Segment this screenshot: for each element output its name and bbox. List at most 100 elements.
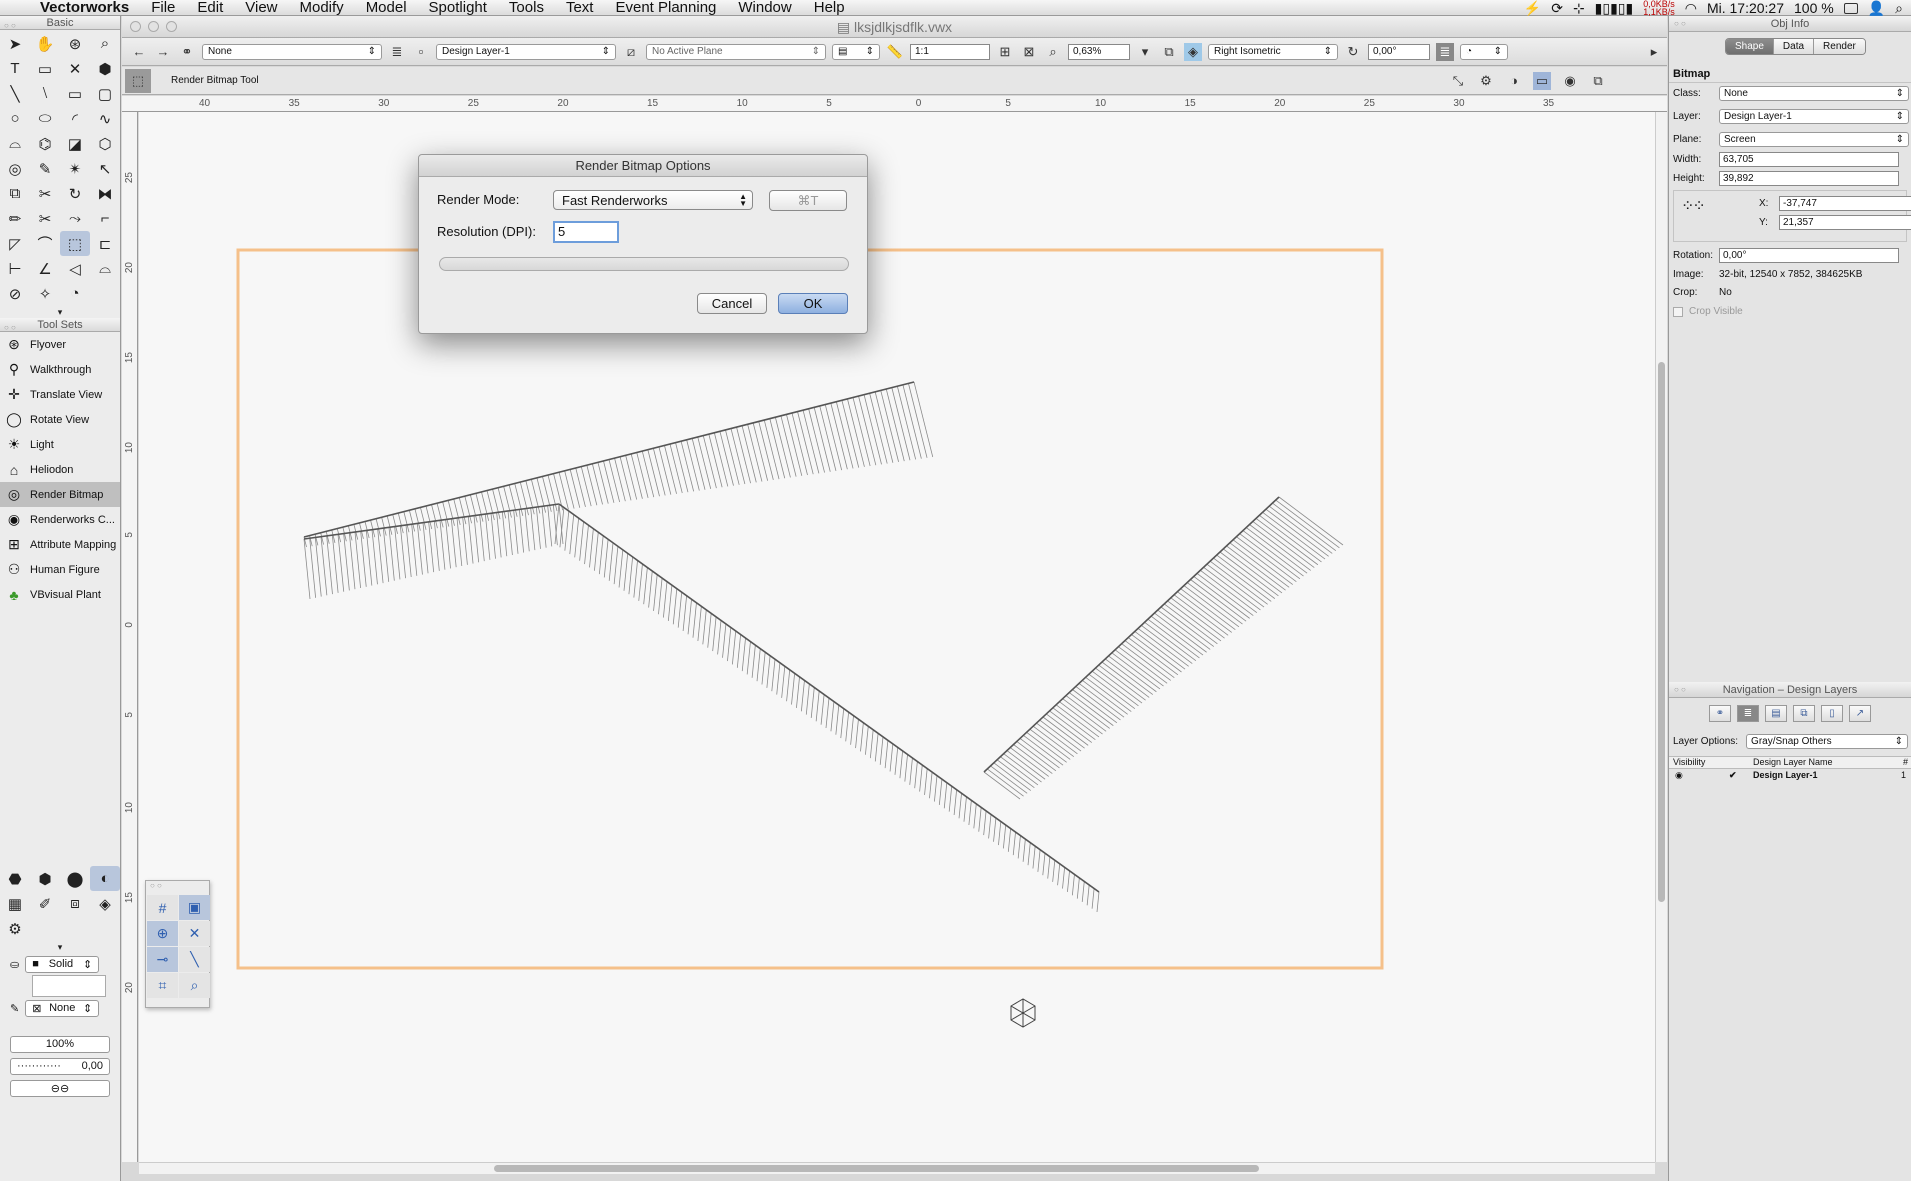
compass-tool-icon[interactable]: ⊘ (0, 281, 30, 306)
zoom-objects-icon[interactable]: ⊠ (1020, 43, 1038, 61)
rotation-field[interactable]: 0,00° (1719, 248, 1899, 263)
3d-modeling-icon[interactable]: ◈ (90, 891, 120, 916)
forward-arrow-icon[interactable]: → (154, 43, 172, 61)
arc-tool-icon[interactable]: ◜ (60, 106, 90, 131)
zoom-icon[interactable]: ⌕ (1044, 43, 1062, 61)
layer-scale-field[interactable]: 1:1 (910, 43, 990, 60)
layer-mode-icon[interactable]: ≣ (1436, 42, 1454, 61)
obj-info-window-controls[interactable]: ○ ○ (1674, 16, 1686, 32)
menu-edit[interactable]: Edit (197, 0, 223, 16)
wifi-icon[interactable]: ◠ (1685, 0, 1697, 17)
markers-popup[interactable]: ⊖⊖ (10, 1079, 110, 1097)
offset-tool-icon[interactable]: ⧉ (0, 181, 30, 206)
building-shell-icon[interactable]: ⬣ (0, 866, 30, 891)
menu-file[interactable]: File (151, 0, 175, 16)
regular-polygon-tool-icon[interactable]: ◪ (60, 131, 90, 156)
dims-notes-icon[interactable]: ✐ (30, 891, 60, 916)
render-bitmap-tool-icon[interactable]: ⬚ (60, 231, 90, 256)
snap-grid-icon[interactable]: # (147, 895, 178, 920)
plane-popup[interactable]: Screen ⇕ (1719, 132, 1909, 147)
export-icon[interactable]: ⧉ (1589, 72, 1607, 90)
bolt-icon[interactable]: ⚡ (1524, 0, 1541, 17)
pan-tool-icon[interactable]: ✋ (30, 31, 60, 56)
double-line-tool-icon[interactable]: ⧵ (30, 81, 60, 106)
active-class-popup[interactable]: None ⇕ (202, 43, 382, 60)
line-weight-popup[interactable]: ············ 0,00 (10, 1057, 110, 1075)
menu-help[interactable]: Help (814, 0, 845, 16)
text-tool-icon[interactable]: T (0, 56, 30, 81)
machine-design-icon[interactable]: ▦ (0, 891, 30, 916)
menu-window[interactable]: Window (738, 0, 791, 16)
toolset-rotate-view[interactable]: ◯ Rotate View (0, 407, 120, 432)
snap-tangent-icon[interactable]: ╲ (179, 947, 210, 972)
rectangle-tool-icon[interactable]: ▭ (60, 81, 90, 106)
vertical-scrollbar[interactable] (1655, 112, 1667, 1162)
projection-popup[interactable]: ◔ ⇕ (1460, 43, 1508, 60)
window-minimize-button[interactable] (148, 21, 159, 32)
pencil-tool-icon[interactable]: ✏ (0, 206, 30, 231)
crop-visible-checkbox[interactable] (1673, 306, 1683, 317)
x-field[interactable]: -37,747 (1779, 196, 1911, 211)
selection-tool-icon[interactable]: ➤ (0, 31, 30, 56)
snap-intersection-icon[interactable]: ✕ (179, 921, 210, 946)
battery-icon[interactable] (1843, 2, 1858, 14)
zoom-dropdown-icon[interactable]: ▾ (1136, 43, 1154, 61)
visibility-eye-icon[interactable]: ◉ (1675, 770, 1683, 781)
palette-expand-icon[interactable]: ▾ (0, 306, 120, 318)
oval-tool-icon[interactable]: ⬭ (30, 106, 60, 131)
horizontal-scrollbar[interactable] (139, 1162, 1655, 1174)
menu-model[interactable]: Model (366, 0, 407, 16)
plan-rotation-field[interactable]: 0,00° (1368, 43, 1430, 60)
snapping-window-controls[interactable]: ○ ○ (146, 881, 209, 893)
sync-icon[interactable]: ⟳ (1551, 0, 1563, 17)
toolset-heliodon[interactable]: ⌂ Heliodon (0, 457, 120, 482)
attribute-mapping-tool-icon[interactable]: ✴ (60, 156, 90, 181)
spotlight-search-icon[interactable]: ⌕ (1895, 0, 1903, 17)
render-mode-popup[interactable]: Fast Renderworks ▲ ▼ (553, 190, 753, 210)
polygon-tool-icon[interactable]: ⌬ (30, 131, 60, 156)
layer-row[interactable]: ◉ ✔ Design Layer-1 1 (1669, 770, 1911, 784)
fill-color-well[interactable] (32, 975, 106, 997)
fill-style-popup[interactable]: ■ Solid ⇕ (25, 955, 100, 973)
snap-angle-icon[interactable]: ⊕ (147, 921, 178, 946)
battery-label[interactable]: 100 % (1794, 0, 1834, 16)
rotate-plan-icon[interactable]: ↻ (1344, 43, 1362, 61)
snap-edge-icon[interactable]: ⌕ (179, 973, 210, 998)
render-mode-icon[interactable]: ◈ (1184, 42, 1202, 61)
hexagon-tool-icon[interactable]: ⬡ (90, 131, 120, 156)
tab-render[interactable]: Render (1814, 39, 1865, 54)
freehand-tool-icon[interactable]: ∿ (90, 106, 120, 131)
render-settings-shortcut-button[interactable]: ⌘T (769, 190, 847, 211)
rounded-rectangle-tool-icon[interactable]: ▢ (90, 81, 120, 106)
radial-dim-tool-icon[interactable]: ◁ (60, 256, 90, 281)
ruler-scale-icon[interactable]: 📏 (886, 43, 904, 61)
ok-button[interactable]: OK (778, 293, 848, 314)
toolset-flyover[interactable]: ⊛ Flyover (0, 332, 120, 357)
clip-tool-icon[interactable]: ✂ (30, 181, 60, 206)
horizontal-scroll-thumb[interactable] (494, 1165, 1259, 1172)
circle-tool-icon[interactable]: ○ (0, 106, 30, 131)
menu-text[interactable]: Text (566, 0, 594, 16)
toolset-translate-view[interactable]: ✛ Translate View (0, 382, 120, 407)
navigation-window-controls[interactable]: ○ ○ (1674, 682, 1686, 698)
light-tool-icon[interactable]: ✧ (30, 281, 60, 306)
classes-view-icon[interactable]: ⚭ (1709, 704, 1731, 722)
y-field[interactable]: 21,357 (1779, 215, 1911, 230)
height-field[interactable]: 39,892 (1719, 171, 1899, 186)
zoom-field[interactable]: 0,63% (1068, 43, 1130, 60)
active-layer-check-icon[interactable]: ✔ (1729, 770, 1737, 781)
viewports-view-icon[interactable]: ⧉ (1793, 704, 1815, 722)
split-tool-icon[interactable]: ⌒ (30, 231, 60, 256)
col-layer-name[interactable]: Design Layer Name (1753, 757, 1833, 767)
snap-point-icon[interactable]: ⌗ (147, 973, 178, 998)
network-icon[interactable]: ⊹ (1573, 0, 1585, 17)
sheet-layer-popup[interactable]: ▤ ⇕ (832, 43, 880, 60)
render-settings-gear-icon[interactable]: ⚙ (1477, 72, 1495, 90)
window-zoom-button[interactable] (166, 21, 177, 32)
snap-object-icon[interactable]: ▣ (179, 895, 210, 920)
opacity-field[interactable]: 100% (10, 1035, 110, 1053)
active-layer-popup[interactable]: Design Layer-1 ⇕ (436, 43, 616, 60)
flyover-tool-icon[interactable]: ⊛ (60, 31, 90, 56)
palette-window-controls[interactable]: ○ ○ (4, 19, 16, 33)
locus-tool-icon[interactable]: ✕ (60, 56, 90, 81)
